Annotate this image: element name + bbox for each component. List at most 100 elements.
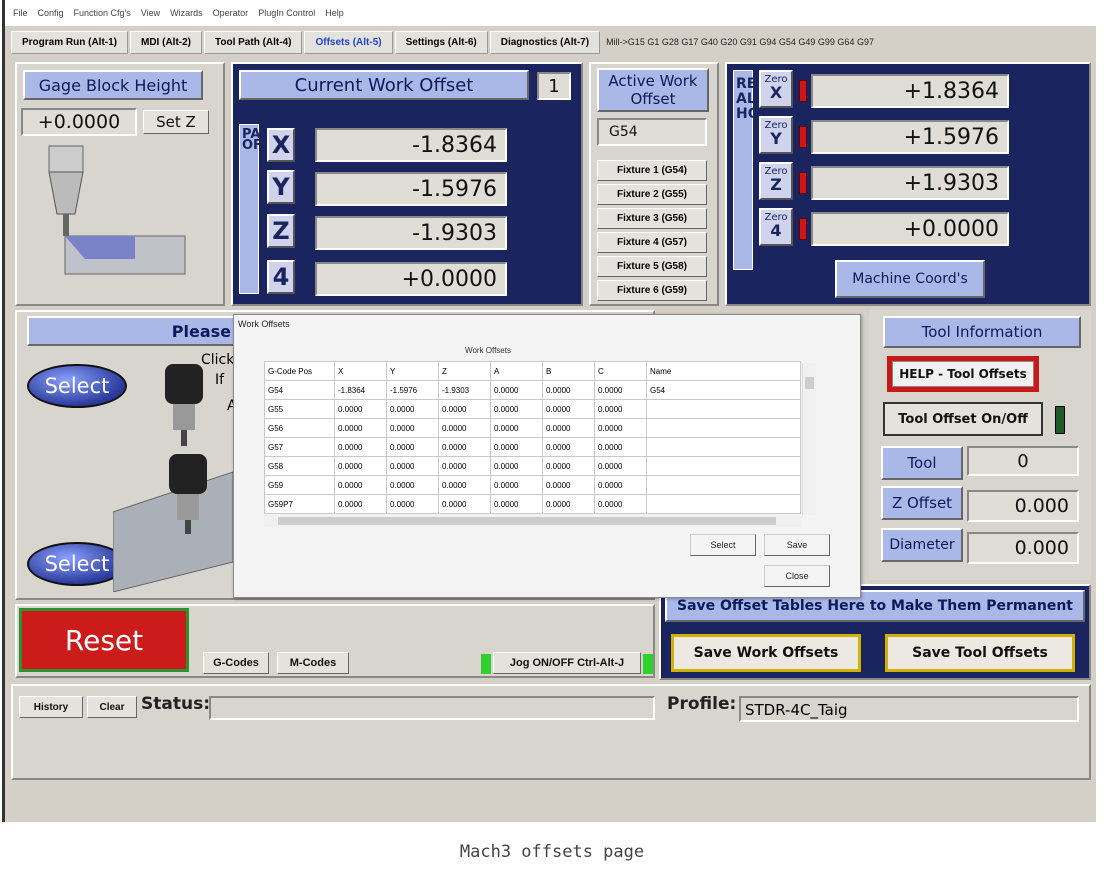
table-cell[interactable]: 0.0000 [594,418,647,438]
work-offset-index[interactable]: 1 [537,72,571,100]
table-cell[interactable] [646,494,801,514]
table-cell[interactable]: 0.0000 [594,456,647,476]
ref-all-home-strip[interactable]: REF ALL HOME [733,70,783,270]
offset-axis-y[interactable]: Y [267,170,295,204]
g-codes-button[interactable]: G-Codes [203,652,269,674]
table-cell[interactable]: 0.0000 [438,399,491,419]
jog-toggle-button[interactable]: Jog ON/OFF Ctrl-Alt-J [493,652,641,674]
diameter-value[interactable]: 0.000 [967,532,1079,564]
table-cell[interactable]: 0.0000 [490,475,543,495]
tab-settings[interactable]: Settings (Alt-6) [394,30,488,54]
table-cell[interactable] [646,418,801,438]
table-row[interactable]: G59P7 0.0000 0.0000 0.0000 0.0000 0.0000 0.000… [264,494,801,514]
dialog-close-button[interactable]: Close [764,565,830,587]
tab-tool-path[interactable]: Tool Path (Alt-4) [204,30,303,54]
menu-operator[interactable]: Operator [213,8,249,18]
table-row[interactable]: G56 0.0000 0.0000 0.0000 0.0000 0.0000 0.0000 [264,418,801,438]
gage-block-value[interactable]: +0.0000 [21,108,137,136]
table-cell[interactable]: 0.0000 [542,475,595,495]
table-cell[interactable]: 0.0000 [438,494,491,514]
table-cell[interactable]: G54 [646,380,801,400]
menu-file[interactable]: File [13,8,28,18]
zero-4-button[interactable]: Zero 4 [759,208,793,246]
fixture-3-button[interactable]: Fixture 3 (G56) [597,208,707,229]
menu-view[interactable]: View [141,8,160,18]
table-cell[interactable]: 0.0000 [438,418,491,438]
zero-z-button[interactable]: Zero Z [759,162,793,200]
scroll-thumb[interactable] [805,377,814,389]
dialog-select-button[interactable]: Select [690,534,756,556]
table-cell[interactable]: -1.8364 [334,380,387,400]
table-cell[interactable]: -1.5976 [386,380,439,400]
table-cell[interactable]: G59 [264,475,335,495]
fixture-4-button[interactable]: Fixture 4 (G57) [597,232,707,253]
table-cell[interactable]: 0.0000 [438,456,491,476]
fixture-6-button[interactable]: Fixture 6 (G59) [597,280,707,301]
fixture-1-button[interactable]: Fixture 1 (G54) [597,160,707,181]
table-cell[interactable]: 0.0000 [594,437,647,457]
table-cell[interactable]: 0.0000 [542,418,595,438]
table-cell[interactable]: G57 [264,437,335,457]
table-cell[interactable] [646,475,801,495]
reset-button[interactable]: Reset [19,608,189,672]
col-header[interactable]: Name [646,361,801,381]
table-cell[interactable]: 0.0000 [594,399,647,419]
offset-z-value[interactable]: -1.9303 [315,216,507,250]
save-work-offsets-button[interactable]: Save Work Offsets [671,634,861,672]
machine-x-value[interactable]: +1.8364 [811,74,1009,108]
table-cell[interactable]: 0.0000 [334,437,387,457]
help-tool-offsets-button[interactable]: HELP - Tool Offsets [887,356,1039,392]
table-cell[interactable]: 0.0000 [542,456,595,476]
menu-help[interactable]: Help [325,8,344,18]
machine-coords-button[interactable]: Machine Coord's [835,260,985,298]
table-cell[interactable]: 0.0000 [334,456,387,476]
offset-4-value[interactable]: +0.0000 [315,262,507,296]
col-header[interactable]: B [542,361,595,381]
table-cell[interactable]: G58 [264,456,335,476]
table-cell[interactable]: G55 [264,399,335,419]
table-row[interactable]: G55 0.0000 0.0000 0.0000 0.0000 0.0000 0.0000 [264,399,801,419]
table-cell[interactable]: 0.0000 [594,380,647,400]
table-cell[interactable] [646,456,801,476]
machine-z-value[interactable]: +1.9303 [811,166,1009,200]
table-cell[interactable]: -1.9303 [438,380,491,400]
col-header[interactable]: C [594,361,647,381]
table-cell[interactable]: 0.0000 [542,399,595,419]
table-cell[interactable]: 0.0000 [594,494,647,514]
zero-y-button[interactable]: Zero Y [759,116,793,154]
table-cell[interactable]: 0.0000 [334,418,387,438]
select-button-top[interactable]: Select [27,364,127,408]
col-header[interactable]: G-Code Pos [264,361,335,381]
save-tool-offsets-button[interactable]: Save Tool Offsets [885,634,1075,672]
offset-axis-z[interactable]: Z [267,214,295,248]
menu-plugin-control[interactable]: PlugIn Control [258,8,315,18]
tool-offset-toggle-button[interactable]: Tool Offset On/Off [883,402,1043,436]
table-cell[interactable]: 0.0000 [334,494,387,514]
dialog-save-button[interactable]: Save [764,534,830,556]
table-cell[interactable]: 0.0000 [386,418,439,438]
table-cell[interactable]: G56 [264,418,335,438]
table-cell[interactable]: 0.0000 [490,399,543,419]
clear-button[interactable]: Clear [87,696,137,718]
table-row[interactable]: G54 -1.8364 -1.5976 -1.9303 0.0000 0.0000 0.00… [264,380,801,400]
table-row[interactable]: G58 0.0000 0.0000 0.0000 0.0000 0.0000 0.0000 [264,456,801,476]
table-cell[interactable]: 0.0000 [386,494,439,514]
table-cell[interactable] [646,437,801,457]
fixture-5-button[interactable]: Fixture 5 (G58) [597,256,707,277]
table-cell[interactable]: 0.0000 [490,380,543,400]
col-header[interactable]: A [490,361,543,381]
menu-config[interactable]: Config [38,8,64,18]
select-button-bottom[interactable]: Select [27,542,127,586]
table-cell[interactable]: 0.0000 [490,418,543,438]
offset-y-value[interactable]: -1.5976 [315,172,507,206]
table-row[interactable]: G57 0.0000 0.0000 0.0000 0.0000 0.0000 0.0000 [264,437,801,457]
vertical-scrollbar[interactable] [802,363,816,515]
table-cell[interactable]: 0.0000 [438,475,491,495]
col-header[interactable]: Y [386,361,439,381]
horizontal-scrollbar[interactable] [264,515,802,527]
table-cell[interactable]: 0.0000 [386,437,439,457]
table-cell[interactable]: 0.0000 [334,399,387,419]
h-scroll-thumb[interactable] [278,517,776,525]
z-offset-value[interactable]: 0.000 [967,490,1079,522]
tab-diagnostics[interactable]: Diagnostics (Alt-7) [489,30,601,54]
